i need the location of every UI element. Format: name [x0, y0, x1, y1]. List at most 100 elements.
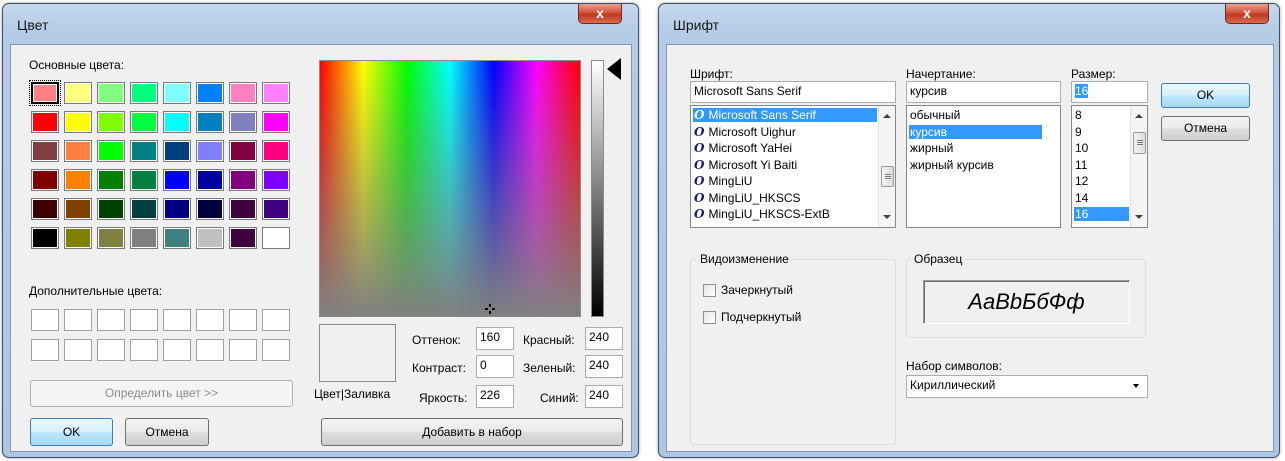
basic-color-swatch[interactable] — [97, 140, 125, 162]
custom-color-swatch[interactable] — [229, 339, 257, 361]
basic-color-swatch[interactable] — [163, 82, 191, 104]
luminance-bar[interactable] — [591, 60, 604, 317]
basic-color-swatch[interactable] — [229, 227, 257, 249]
basic-color-swatch[interactable] — [229, 82, 257, 104]
basic-color-swatch[interactable] — [262, 227, 290, 249]
basic-color-swatch[interactable] — [97, 111, 125, 133]
basic-color-swatch[interactable] — [64, 111, 92, 133]
list-item[interactable]: жирный курсив — [909, 158, 1042, 172]
basic-color-swatch[interactable] — [163, 111, 191, 133]
red-input[interactable]: 240 — [585, 327, 623, 350]
basic-color-swatch[interactable] — [196, 111, 224, 133]
basic-color-swatch[interactable] — [262, 140, 290, 162]
list-item[interactable]: O Microsoft Yi Baiti — [693, 158, 877, 172]
list-item[interactable]: 12 — [1074, 174, 1129, 188]
list-item[interactable]: O MingLiU — [693, 174, 877, 188]
font-name-input[interactable]: Microsoft Sans Serif — [690, 81, 896, 103]
list-item[interactable]: 9 — [1074, 125, 1129, 139]
basic-color-swatch[interactable] — [262, 169, 290, 191]
list-item[interactable]: 16 — [1074, 207, 1129, 221]
define-custom-colors-button[interactable]: Определить цвет >> — [30, 380, 293, 407]
list-item[interactable]: курсив — [909, 124, 1042, 139]
list-item[interactable]: жирный — [909, 141, 1042, 155]
scroll-down-icon[interactable] — [883, 215, 891, 219]
basic-color-swatch[interactable] — [29, 80, 61, 106]
font-ok-button[interactable]: OK — [1161, 83, 1250, 108]
underline-checkbox[interactable] — [703, 311, 716, 324]
custom-color-swatch[interactable] — [130, 339, 158, 361]
custom-color-swatch[interactable] — [163, 309, 191, 331]
basic-color-swatch[interactable] — [130, 82, 158, 104]
list-item[interactable]: 11 — [1074, 158, 1129, 172]
basic-color-swatch[interactable] — [97, 169, 125, 191]
list-item[interactable]: 10 — [1074, 141, 1129, 155]
size-list-scrollbar[interactable] — [1130, 106, 1147, 227]
size-listbox[interactable]: 16 14 12 11 10 9 8 — [1071, 105, 1148, 228]
custom-color-swatch[interactable] — [64, 309, 92, 331]
basic-color-swatch[interactable] — [262, 198, 290, 220]
list-item[interactable]: обычный — [909, 108, 1042, 122]
basic-color-swatch[interactable] — [97, 227, 125, 249]
custom-color-swatch[interactable] — [229, 309, 257, 331]
color-solid-label[interactable]: Цвет|Заливка — [314, 387, 390, 401]
list-item[interactable]: 8 — [1074, 108, 1129, 122]
lum-input[interactable]: 226 — [476, 385, 514, 408]
basic-color-swatch[interactable] — [64, 227, 92, 249]
custom-color-swatch[interactable] — [163, 339, 191, 361]
basic-color-swatch[interactable] — [196, 82, 224, 104]
font-style-input[interactable]: курсив — [906, 81, 1061, 103]
strikeout-label[interactable]: Зачеркнутый — [721, 283, 793, 297]
basic-color-swatch[interactable] — [64, 169, 92, 191]
custom-color-swatch[interactable] — [196, 309, 224, 331]
basic-color-swatch[interactable] — [262, 82, 290, 104]
basic-color-swatch[interactable] — [262, 111, 290, 133]
blue-input[interactable]: 240 — [585, 385, 623, 408]
basic-color-swatch[interactable] — [31, 198, 59, 220]
basic-color-swatch[interactable] — [163, 198, 191, 220]
basic-color-swatch[interactable] — [229, 169, 257, 191]
custom-color-swatch[interactable] — [97, 339, 125, 361]
list-item[interactable]: 14 — [1074, 191, 1129, 205]
add-to-custom-colors-button[interactable]: Добавить в набор — [321, 418, 623, 446]
basic-color-swatch[interactable] — [130, 198, 158, 220]
basic-color-swatch[interactable] — [163, 169, 191, 191]
basic-color-swatch[interactable] — [196, 140, 224, 162]
custom-color-swatch[interactable] — [262, 339, 290, 361]
list-item[interactable]: O Microsoft Uighur — [693, 125, 877, 139]
basic-color-swatch[interactable] — [97, 198, 125, 220]
basic-color-swatch[interactable] — [229, 198, 257, 220]
list-item[interactable]: O MingLiU_HKSCS-ExtB — [693, 207, 877, 221]
basic-color-swatch[interactable] — [31, 169, 59, 191]
basic-color-swatch[interactable] — [130, 111, 158, 133]
green-input[interactable]: 240 — [585, 355, 623, 378]
font-cancel-button[interactable]: Отмена — [1161, 116, 1250, 141]
luminance-slider-arrow[interactable] — [607, 58, 621, 80]
charset-select[interactable]: Кириллический — [906, 375, 1148, 398]
custom-color-swatch[interactable] — [130, 309, 158, 331]
basic-color-swatch[interactable] — [31, 227, 59, 249]
color-cancel-button[interactable]: Отмена — [125, 418, 209, 446]
scroll-up-icon[interactable] — [1135, 114, 1143, 118]
style-listbox[interactable]: жирный курсив жирный курсив обычный — [906, 105, 1061, 228]
scroll-up-icon[interactable] — [883, 114, 891, 118]
font-close-button[interactable]: x — [1225, 4, 1269, 24]
basic-color-swatch[interactable] — [229, 140, 257, 162]
scroll-thumb[interactable] — [1133, 132, 1146, 154]
basic-color-swatch[interactable] — [196, 169, 224, 191]
color-spectrum[interactable] — [319, 60, 581, 317]
hue-input[interactable]: 160 — [476, 327, 514, 350]
custom-color-swatch[interactable] — [262, 309, 290, 331]
basic-color-swatch[interactable] — [97, 82, 125, 104]
list-item[interactable]: O Microsoft Sans Serif — [693, 108, 877, 122]
scroll-thumb[interactable] — [881, 166, 894, 187]
scroll-down-icon[interactable] — [1135, 215, 1143, 219]
list-item[interactable]: O MingLiU_HKSCS — [693, 191, 877, 205]
font-list-scrollbar[interactable] — [878, 106, 895, 227]
list-item[interactable]: O Microsoft YaHei — [693, 141, 877, 155]
basic-color-swatch[interactable] — [31, 140, 59, 162]
sat-input[interactable]: 0 — [476, 355, 514, 378]
underline-label[interactable]: Подчеркнутый — [721, 310, 801, 324]
color-close-button[interactable]: x — [578, 4, 622, 24]
color-ok-button[interactable]: OK — [30, 418, 113, 446]
custom-color-swatch[interactable] — [31, 309, 59, 331]
